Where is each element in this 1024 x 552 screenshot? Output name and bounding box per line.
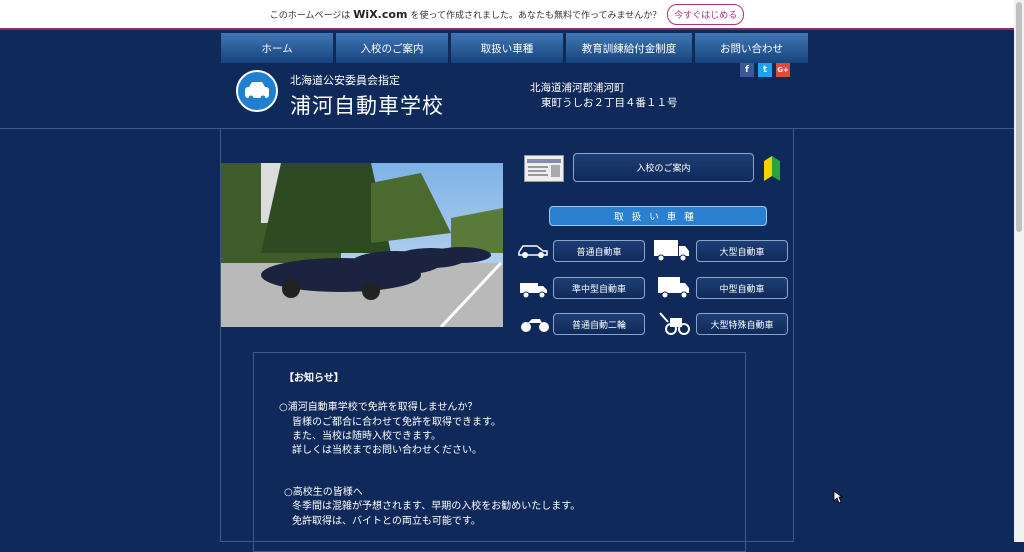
wix-logo[interactable]: WiX.com: [353, 8, 407, 21]
beginner-mark-icon: [762, 153, 782, 186]
large-truck-icon: [653, 238, 691, 266]
small-truck-icon: [519, 279, 549, 303]
vehicle-button-medium-truck[interactable]: 中型自動車: [696, 277, 788, 299]
header-subtitle: 北海道公安委員会指定: [290, 74, 400, 87]
nav-vehicles[interactable]: 取扱い車種: [451, 33, 563, 63]
vertical-scrollbar[interactable]: [1014, 0, 1024, 542]
notice-item1-line1: 皆様のご都合に合わせて免許を取得できます。: [292, 417, 501, 428]
vehicle-button-motorcycle[interactable]: 普通自動二輪: [553, 313, 645, 335]
notice-item1-title: ○浦河自動車学校で免許を取得しませんか？: [279, 402, 478, 413]
nav-home[interactable]: ホーム: [221, 33, 333, 63]
motorcycle-icon: [520, 315, 550, 337]
school-cars-photo: [221, 163, 503, 327]
notice-item1-line3: 詳しくは当校までお問い合わせください。: [292, 445, 482, 456]
wix-banner: このホームページは WiX.com を使って作成されました。あなたも無料で作って…: [0, 0, 1014, 30]
special-vehicle-icon: [658, 310, 690, 340]
school-logo-icon: [236, 70, 278, 112]
page-title: 浦河自動車学校: [290, 94, 444, 118]
license-card-icon: [524, 155, 564, 182]
main-nav: ホーム 入校のご案内 取扱い車種 教育訓練給付金制度 お問い合わせ: [221, 33, 808, 63]
vehicle-button-standard-car[interactable]: 普通自動車: [553, 240, 645, 262]
admission-button[interactable]: 入校のご案内: [573, 153, 754, 182]
nav-training-benefits[interactable]: 教育訓練給付金制度: [566, 33, 692, 63]
vehicle-button-large-truck[interactable]: 大型自動車: [696, 240, 788, 262]
notice-heading: 【お知らせ】: [284, 373, 344, 384]
scrollbar-thumb[interactable]: [1016, 2, 1022, 232]
car-icon: [517, 241, 549, 263]
googleplus-icon[interactable]: G+: [776, 63, 790, 77]
twitter-icon[interactable]: t: [758, 63, 772, 77]
vehicle-button-special[interactable]: 大型特殊自動車: [696, 313, 788, 335]
notice-item1-line2: また、当校は随時入校できます。: [292, 431, 441, 442]
notice-item2-title: ○高校生の皆様へ: [284, 487, 363, 498]
notice-item2-line2: 免許取得は、バイトとの両立も可能です。: [292, 516, 481, 527]
address-line-1: 北海道浦河郡浦河町: [530, 82, 625, 94]
vehicle-types-heading-button[interactable]: 取扱い車種: [549, 206, 767, 226]
wix-banner-text-after: を使って作成されました。あなたも無料で作ってみませんか？: [410, 10, 662, 21]
facebook-icon[interactable]: f: [740, 63, 754, 77]
mouse-cursor-icon: [833, 489, 844, 508]
medium-truck-icon: [657, 275, 691, 303]
nav-contact[interactable]: お問い合わせ: [695, 33, 808, 63]
nav-admission[interactable]: 入校のご案内: [336, 33, 448, 63]
wix-start-button[interactable]: 今すぐはじめる: [667, 3, 745, 25]
vehicle-button-semi-medium[interactable]: 準中型自動車: [553, 277, 645, 299]
notice-item2-line1: 冬季間は混雑が予想されます、早期の入校をお勧めいたします。: [292, 501, 581, 512]
wix-banner-text-before: このホームページは: [269, 10, 351, 21]
address-line-2: 東町うしお２丁目４番１１号: [541, 97, 678, 109]
